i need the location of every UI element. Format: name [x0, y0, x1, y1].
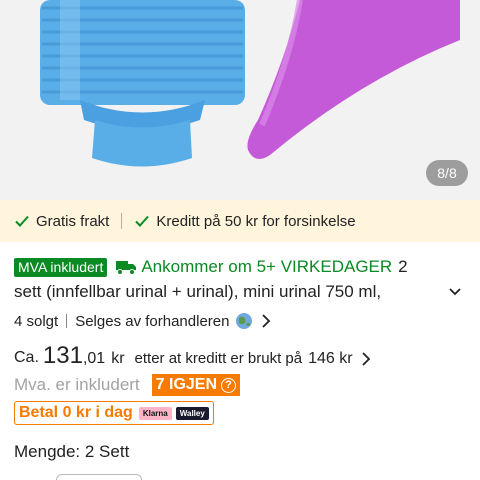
credit-note: etter at kreditt er brukt på — [134, 350, 303, 367]
quantity-row: Mengde: 2 Sett — [14, 441, 470, 463]
chevron-down-icon[interactable] — [448, 285, 462, 299]
divider — [66, 314, 68, 328]
free-shipping-label: Gratis frakt — [36, 212, 110, 230]
pay-later-label: Betal 0 kr i dag — [19, 404, 133, 421]
image-counter: 8/8 — [426, 160, 468, 186]
benefits-strip[interactable]: Gratis frakt Kreditt på 50 kr for forsin… — [0, 200, 480, 242]
quantity-option[interactable] — [56, 474, 142, 480]
vat-stock-row: Mva. er inkludert 7 IGJEN ? — [14, 374, 470, 396]
product-title-start: 2 — [398, 257, 408, 276]
chevron-right-icon — [361, 352, 370, 366]
product-title-row: MVA inkludert Ankommer om 5+ VIRKEDAGER … — [14, 256, 470, 278]
vat-text: Mva. er inkludert — [14, 375, 140, 394]
benefit-divider — [121, 213, 123, 229]
price-row[interactable]: Ca. 131 ,01 kr etter at kreditt er brukt… — [14, 340, 470, 370]
product-image — [40, 0, 460, 167]
free-shipping-benefit: Gratis frakt — [14, 213, 109, 230]
chevron-right-icon — [262, 314, 271, 328]
truck-icon — [116, 261, 137, 275]
klarna-logo: Klarna — [138, 406, 172, 420]
credit-amount: 146 kr — [308, 350, 353, 367]
stock-badge[interactable]: 7 IGJEN ? — [151, 374, 241, 396]
credit-label: Kreditt på 50 kr for forsinkelse — [156, 212, 356, 230]
walley-logo: Walley — [175, 406, 209, 420]
seller-avatar-icon — [236, 313, 253, 329]
product-title-continued[interactable]: sett (innfellbar urinal + urinal), mini … — [14, 281, 470, 303]
product-image-gallery[interactable]: 8/8 — [0, 0, 480, 200]
help-icon[interactable]: ? — [221, 377, 237, 393]
check-icon — [135, 215, 150, 227]
product-title-text: sett (innfellbar urinal + urinal), mini … — [14, 282, 382, 301]
stock-label: 7 IGJEN — [155, 376, 218, 393]
arrival-estimate: Ankommer om 5+ VIRKEDAGER — [141, 257, 393, 276]
credit-benefit: Kreditt på 50 kr for forsinkelse — [134, 212, 356, 230]
vat-badge: MVA inkludert — [14, 257, 108, 277]
price-integer: 131 — [42, 342, 83, 369]
price-decimal: ,01 — [82, 350, 106, 367]
price-prefix: Ca. — [14, 349, 39, 366]
price-currency: kr — [111, 350, 125, 367]
seller-label: Selges av forhandleren — [75, 312, 230, 330]
check-icon — [15, 215, 29, 227]
quantity-label: Mengde: 2 Sett — [14, 442, 130, 461]
bnpl-row: Betal 0 kr i dag Klarna Walley — [14, 401, 470, 425]
sold-count: 4 solgt — [14, 312, 59, 330]
pay-later-badge[interactable]: Betal 0 kr i dag Klarna Walley — [14, 401, 214, 425]
seller-row[interactable]: 4 solgt Selges av forhandleren — [14, 310, 470, 332]
